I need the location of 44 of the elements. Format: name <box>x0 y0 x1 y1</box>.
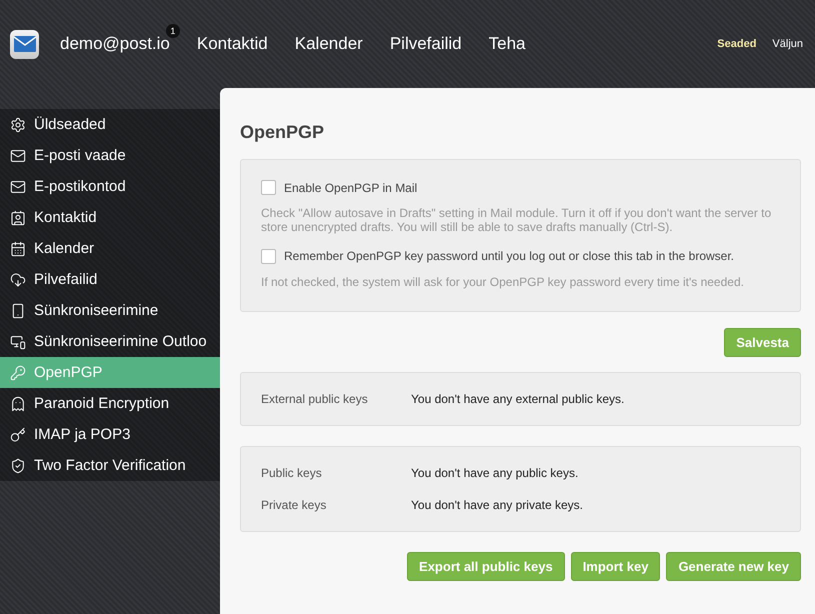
sidebar-item[interactable]: Pilvefailid <box>0 264 220 295</box>
key-label: Private keys <box>261 498 328 512</box>
hint-text: Check "Allow autosave in Drafts" setting in Mail module. Turn it off if you don't want the server to store unencrypted drafts. You will still be able to save drafts manually (Ctrl-S). <box>261 207 772 235</box>
envelope-icon <box>10 148 26 164</box>
nav-link[interactable]: Teha <box>488 34 526 54</box>
settings-link[interactable]: Seaded <box>717 38 756 50</box>
sidebar-item[interactable]: Kalender <box>0 233 220 264</box>
nav-link[interactable]: Kontaktid <box>196 34 268 54</box>
sidebar-item[interactable]: Two Factor Verification <box>0 450 220 481</box>
key-icon <box>10 364 26 380</box>
phone-icon <box>10 302 26 318</box>
key-label: External public keys <box>261 392 369 406</box>
unread-badge: 1 <box>166 24 180 38</box>
sidebar-item[interactable]: IMAP ja POP3 <box>0 419 220 450</box>
nav-link[interactable]: Kalender <box>294 34 363 54</box>
checkbox[interactable] <box>261 180 276 195</box>
checkbox[interactable] <box>261 248 276 264</box>
key-value: You don't have any public keys. <box>411 466 578 480</box>
shield-icon <box>10 458 26 474</box>
page-title: OpenPGP <box>240 122 326 143</box>
sidebar-item[interactable]: Sünkroniseerimine <box>0 295 220 326</box>
sidebar-item[interactable]: E-posti vaade <box>0 140 220 171</box>
nav-link[interactable]: Pilvefailid <box>390 34 462 54</box>
key-icon <box>10 426 26 442</box>
cloud-download-icon <box>10 272 26 288</box>
hint-text: If not checked, the system will ask for your OpenPGP key password every time it's needed. <box>261 276 745 290</box>
key-value: You don't have any private keys. <box>411 498 583 512</box>
sidebar-item[interactable]: Paranoid Encryption <box>0 388 220 419</box>
key-value: You don't have any external public keys. <box>411 392 624 406</box>
mail-logo-icon[interactable] <box>10 30 39 58</box>
sidebar-item[interactable]: Kontaktid <box>0 202 220 233</box>
ghost-icon <box>10 396 26 412</box>
gear-icon <box>10 116 26 132</box>
contact-card-icon <box>10 210 26 226</box>
sidebar-item[interactable]: Sünkroniseerimine Outloo <box>0 326 220 357</box>
option-label[interactable]: Enable OpenPGP in Mail <box>261 180 780 195</box>
devices-icon <box>10 334 26 350</box>
key-label: Public keys <box>261 466 323 480</box>
envelope-icon <box>10 178 26 194</box>
option-label[interactable]: Remember OpenPGP key password until you log out or close this tab in the browser. <box>261 248 780 264</box>
calendar-icon <box>10 240 26 256</box>
logout-link[interactable]: Väljun <box>772 38 803 50</box>
sidebar-item[interactable]: Üldseaded <box>0 109 220 140</box>
sidebar-item[interactable]: E-postikontod <box>0 171 220 202</box>
